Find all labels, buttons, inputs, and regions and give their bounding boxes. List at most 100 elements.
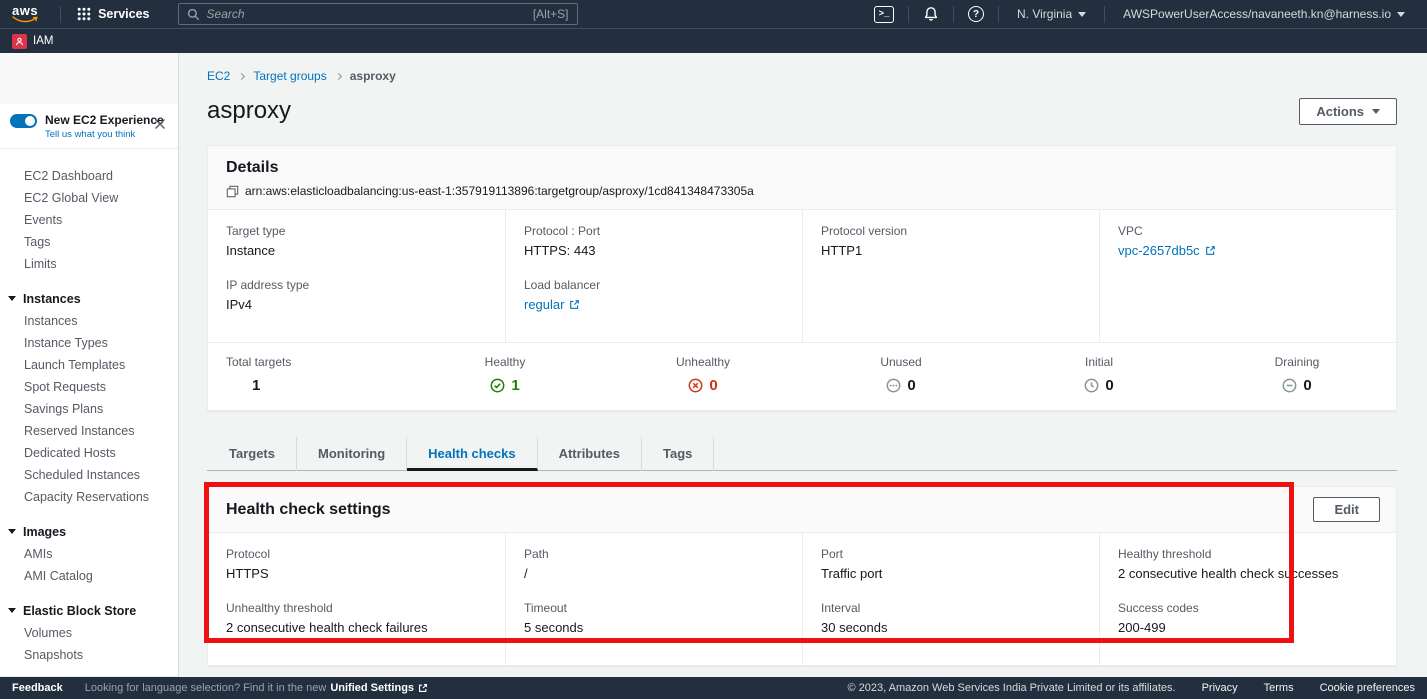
terms-link[interactable]: Terms <box>1264 682 1294 694</box>
sidebar-item-spot-requests[interactable]: Spot Requests <box>0 376 178 398</box>
stat-value: 0 <box>1303 377 1311 394</box>
new-experience-toggle[interactable] <box>10 114 37 128</box>
aws-logo[interactable]: aws <box>12 5 38 23</box>
tab-monitoring[interactable]: Monitoring <box>297 437 407 471</box>
link-label: vpc-2657db5c <box>1118 243 1200 258</box>
divider <box>953 6 954 23</box>
sidebar-item-launch-templates[interactable]: Launch Templates <box>0 354 178 376</box>
copy-arn-button[interactable] <box>226 185 239 198</box>
field-label: Path <box>524 547 786 561</box>
field-label: Protocol <box>226 547 489 561</box>
stat-label: Total targets <box>226 355 406 369</box>
stat-label: Draining <box>1198 355 1396 369</box>
sidebar-item-limits[interactable]: Limits <box>0 253 178 275</box>
field-value: 2 consecutive health check failures <box>226 620 489 635</box>
field-label: Unhealthy threshold <box>226 601 489 615</box>
stat-value: 0 <box>709 377 717 394</box>
health-check-header: Health check settings Edit <box>208 487 1396 533</box>
field-label: Success codes <box>1118 601 1380 615</box>
copy-icon <box>226 185 239 198</box>
unified-settings-link[interactable]: Unified Settings <box>330 682 414 694</box>
actions-button[interactable]: Actions <box>1299 98 1397 125</box>
chevron-down-icon <box>1078 12 1086 17</box>
privacy-link[interactable]: Privacy <box>1202 682 1238 694</box>
health-check-heading: Health check settings <box>226 501 391 519</box>
vpc-link[interactable]: vpc-2657db5c <box>1118 243 1216 258</box>
section-header-label: Instances <box>23 292 81 306</box>
feedback-link[interactable]: Feedback <box>12 682 63 694</box>
arn-value: arn:aws:elasticloadbalancing:us-east-1:3… <box>245 184 754 198</box>
favorite-iam-shortcut[interactable]: IAM <box>12 34 53 49</box>
favorites-bar: IAM <box>0 28 1427 53</box>
close-sidebar-banner-button[interactable] <box>154 118 166 130</box>
divider <box>60 6 61 23</box>
sidebar-nav: EC2 Dashboard EC2 Global View Events Tag… <box>0 149 178 666</box>
notifications-button[interactable] <box>917 6 945 22</box>
global-search[interactable]: [Alt+S] <box>178 3 578 25</box>
field-value: HTTPS: 443 <box>524 243 786 258</box>
cloudshell-button[interactable]: >_ <box>868 6 900 23</box>
cookie-preferences-link[interactable]: Cookie preferences <box>1320 682 1415 694</box>
tell-us-link[interactable]: Tell us what you think <box>45 129 164 140</box>
sidebar-item-snapshots[interactable]: Snapshots <box>0 644 178 666</box>
search-shortcut-hint: [Alt+S] <box>533 7 569 21</box>
footer: Feedback Looking for language selection?… <box>0 677 1427 699</box>
sidebar-item-volumes[interactable]: Volumes <box>0 622 178 644</box>
stat-value: 0 <box>1105 377 1113 394</box>
sidebar-section-elastic-block-store[interactable]: Elastic Block Store <box>0 599 178 622</box>
services-menu-button[interactable]: Services <box>69 7 157 21</box>
details-header: Details arn:aws:elasticloadbalancing:us-… <box>208 146 1396 210</box>
sidebar-item-dedicated-hosts[interactable]: Dedicated Hosts <box>0 442 178 464</box>
new-experience-title: New EC2 Experience <box>45 113 164 127</box>
sidebar-item-ami-catalog[interactable]: AMI Catalog <box>0 565 178 587</box>
field-value: HTTPS <box>226 566 489 581</box>
chevron-down-icon <box>8 296 16 301</box>
sidebar-item-events[interactable]: Events <box>0 209 178 231</box>
sidebar-item-instance-types[interactable]: Instance Types <box>0 332 178 354</box>
sidebar-item-capacity-reservations[interactable]: Capacity Reservations <box>0 486 178 508</box>
stat-value: 1 <box>511 377 519 394</box>
tab-health-checks[interactable]: Health checks <box>407 437 537 471</box>
field-label: Port <box>821 547 1083 561</box>
terminal-icon: >_ <box>874 6 894 23</box>
sidebar-item-ec2-dashboard[interactable]: EC2 Dashboard <box>0 165 178 187</box>
grid-icon <box>77 7 91 21</box>
load-balancer-link[interactable]: regular <box>524 297 580 312</box>
help-button[interactable]: ? <box>962 6 990 22</box>
field-label: Timeout <box>524 601 786 615</box>
sidebar-item-tags[interactable]: Tags <box>0 231 178 253</box>
stat-value: 1 <box>252 377 260 394</box>
sidebar-item-amis[interactable]: AMIs <box>0 543 178 565</box>
field-value: 2 consecutive health check successes <box>1118 566 1380 581</box>
sidebar-item-ec2-global-view[interactable]: EC2 Global View <box>0 187 178 209</box>
region-selector[interactable]: N. Virginia <box>1007 7 1096 21</box>
edit-button[interactable]: Edit <box>1313 497 1380 522</box>
sidebar-item-savings-plans[interactable]: Savings Plans <box>0 398 178 420</box>
divider <box>1104 6 1105 23</box>
sidebar: New EC2 Experience Tell us what you thin… <box>0 53 179 677</box>
sidebar-item-instances[interactable]: Instances <box>0 310 178 332</box>
health-check-fields: Protocol HTTPS Unhealthy threshold 2 con… <box>208 533 1396 665</box>
breadcrumb-link-ec2[interactable]: EC2 <box>207 69 230 83</box>
details-fields: Target type Instance IP address type IPv… <box>208 210 1396 342</box>
field-value: Instance <box>226 243 489 258</box>
tab-targets[interactable]: Targets <box>207 437 297 471</box>
chevron-right-icon <box>238 72 245 79</box>
tab-tags[interactable]: Tags <box>642 437 714 471</box>
services-label: Services <box>98 7 149 21</box>
chevron-down-icon <box>1397 12 1405 17</box>
sidebar-item-scheduled-instances[interactable]: Scheduled Instances <box>0 464 178 486</box>
search-input[interactable] <box>207 7 533 21</box>
bell-icon <box>923 6 939 22</box>
sidebar-item-reserved-instances[interactable]: Reserved Instances <box>0 420 178 442</box>
sidebar-section-instances[interactable]: Instances <box>0 287 178 310</box>
account-menu[interactable]: AWSPowerUserAccess/navaneeth.kn@harness.… <box>1113 7 1415 21</box>
external-link-icon <box>569 299 580 310</box>
new-experience-block: New EC2 Experience Tell us what you thin… <box>0 104 178 149</box>
breadcrumb-link-target-groups[interactable]: Target groups <box>253 69 326 83</box>
field-label: Healthy threshold <box>1118 547 1380 561</box>
tab-attributes[interactable]: Attributes <box>538 437 642 471</box>
sidebar-section-images[interactable]: Images <box>0 520 178 543</box>
field-value: 30 seconds <box>821 620 1083 635</box>
field-label: Protocol version <box>821 224 1083 238</box>
